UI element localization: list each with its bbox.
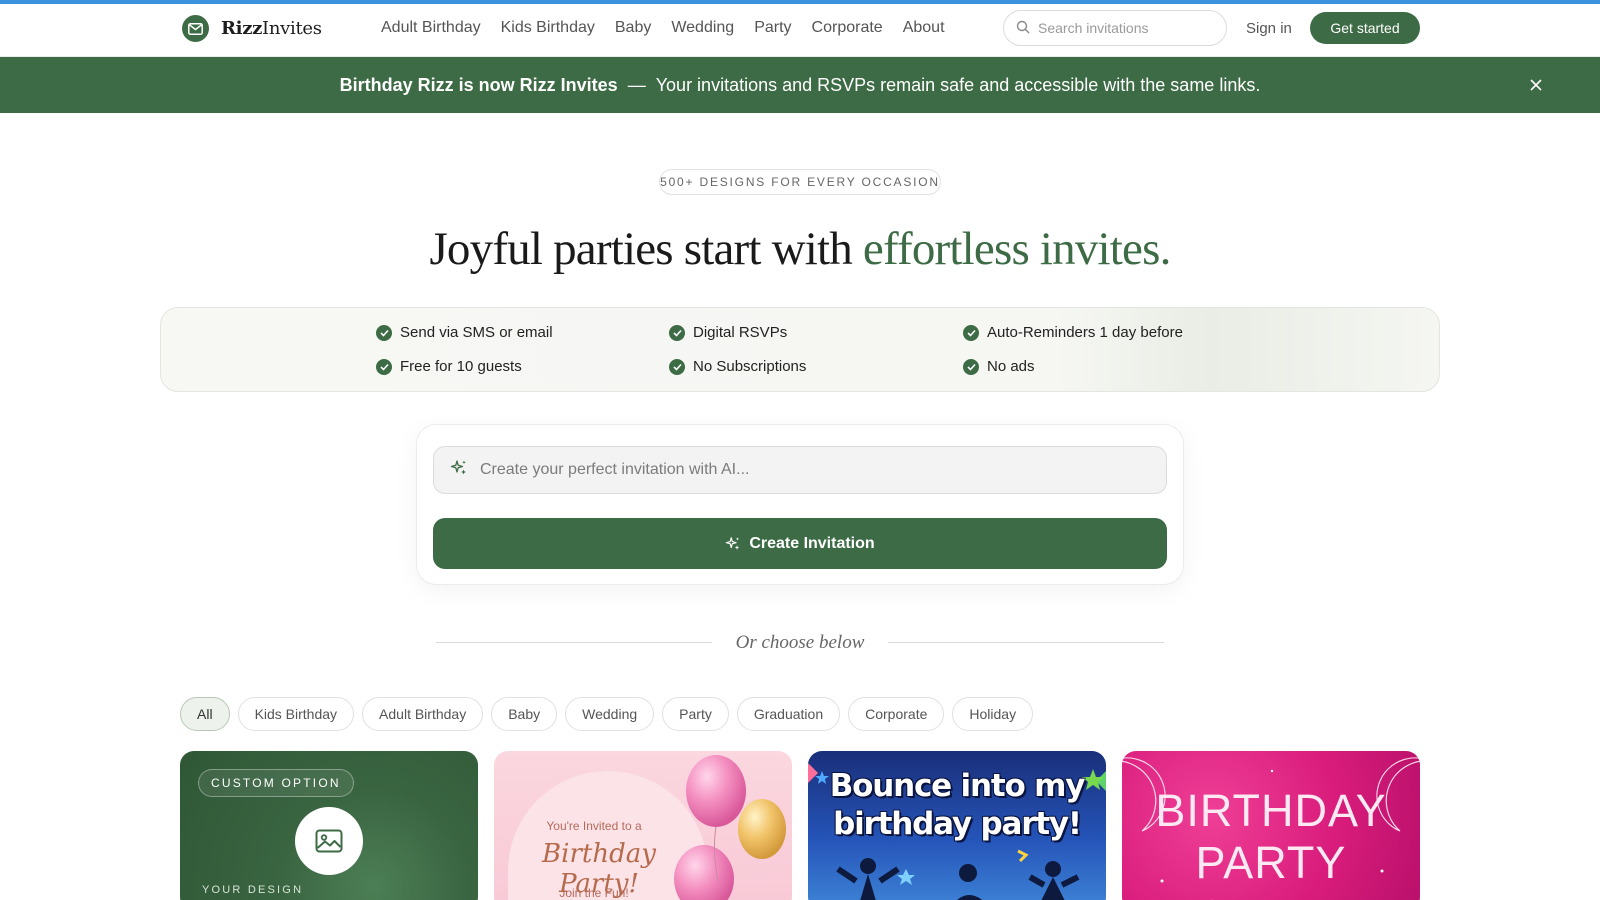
banner-text: Your invitations and RSVPs remain safe a… <box>655 74 1261 95</box>
card-title-line: PARTY <box>1195 837 1347 888</box>
ai-prompt-box <box>433 446 1167 494</box>
check-icon <box>669 358 685 375</box>
feature-item: Auto-Reminders 1 day before <box>963 324 1183 341</box>
feature-label: Send via SMS or email <box>400 324 553 341</box>
check-icon <box>963 358 979 375</box>
template-card-balloon-birthday[interactable]: You're Invited to a Birthday Party! Join… <box>494 751 792 900</box>
nav-wedding[interactable]: Wedding <box>671 19 734 37</box>
template-card-bounce-party[interactable]: Bounce into my birthday party! <box>808 751 1106 900</box>
custom-design-card[interactable]: CUSTOM OPTION YOUR DESIGN <box>180 751 478 900</box>
image-icon <box>295 807 363 875</box>
card-title-line: birthday party! <box>833 806 1082 842</box>
get-started-button[interactable]: Get started <box>1310 12 1420 44</box>
headline-main: Joyful parties start with <box>429 223 863 275</box>
chip-all[interactable]: All <box>180 697 230 731</box>
nav-about[interactable]: About <box>903 19 945 37</box>
envelope-icon <box>182 15 209 42</box>
card-text-line: Join the Fun! <box>559 886 629 900</box>
chip-corporate[interactable]: Corporate <box>848 697 945 731</box>
designs-count-tag: 500+ DESIGNS FOR EVERY OCCASION <box>659 169 941 195</box>
feature-item: No Subscriptions <box>669 358 806 375</box>
chip-party[interactable]: Party <box>662 697 729 731</box>
chip-graduation[interactable]: Graduation <box>736 697 841 731</box>
ai-prompt-input[interactable] <box>480 461 1140 479</box>
chip-adult-birthday[interactable]: Adult Birthday <box>362 697 484 731</box>
feature-item: Digital RSVPs <box>669 324 787 341</box>
feature-item: Send via SMS or email <box>376 324 553 341</box>
nav-party[interactable]: Party <box>754 19 791 37</box>
template-card-glitter-birthday[interactable]: BIRTHDAY PARTY <box>1122 751 1420 900</box>
rebrand-banner: Birthday Rizz is now Rizz Invites — Your… <box>0 57 1600 113</box>
close-icon[interactable] <box>1526 75 1546 95</box>
custom-option-tag: CUSTOM OPTION <box>198 769 354 797</box>
nav-corporate[interactable]: Corporate <box>812 19 883 37</box>
card-title-line: Bounce into my <box>829 768 1086 804</box>
feature-item: No ads <box>963 358 1035 375</box>
create-invitation-button[interactable]: Create Invitation <box>433 518 1167 569</box>
sparkles-icon <box>450 459 468 481</box>
search-icon <box>1016 19 1030 38</box>
chip-holiday[interactable]: Holiday <box>952 697 1034 731</box>
divider-text: Or choose below <box>735 632 865 653</box>
check-icon <box>963 324 979 341</box>
check-icon <box>376 324 392 341</box>
brand-name: RizzInvites <box>221 18 322 39</box>
nav-adult-birthday[interactable]: Adult Birthday <box>381 19 481 37</box>
ai-create-card: Create Invitation <box>416 424 1184 585</box>
search-input[interactable] <box>1038 20 1208 36</box>
chip-baby[interactable]: Baby <box>491 697 558 731</box>
feature-item: Free for 10 guests <box>376 358 522 375</box>
banner-bold-text: Birthday Rizz is now Rizz Invites <box>339 74 618 95</box>
sparkles-icon <box>726 536 740 550</box>
signin-link[interactable]: Sign in <box>1246 20 1292 37</box>
logo[interactable]: RizzInvites <box>182 15 322 42</box>
feature-label: Digital RSVPs <box>693 324 788 341</box>
card-title: Bounce into my birthday party! <box>808 767 1106 843</box>
create-invitation-label: Create Invitation <box>749 534 875 552</box>
feature-label: No ads <box>987 358 1035 375</box>
chip-wedding[interactable]: Wedding <box>565 697 655 731</box>
feature-label: Auto-Reminders 1 day before <box>987 324 1183 341</box>
card-title: BIRTHDAY PARTY <box>1122 785 1420 889</box>
your-design-label: YOUR DESIGN <box>202 884 304 896</box>
feature-label: Free for 10 guests <box>400 358 522 375</box>
features-panel: Send via SMS or email Digital RSVPs Auto… <box>160 307 1440 392</box>
check-icon <box>376 358 392 375</box>
feature-label: No Subscriptions <box>693 358 807 375</box>
headline-accent: effortless invites. <box>862 223 1171 275</box>
check-icon <box>669 324 685 341</box>
hero-headline: Joyful parties start with effortless inv… <box>0 222 1600 276</box>
chip-kids-birthday[interactable]: Kids Birthday <box>237 697 355 731</box>
search-box <box>1003 10 1227 46</box>
site-header: RizzInvites Adult Birthday Kids Birthday… <box>0 4 1600 57</box>
card-text-line: You're Invited to a <box>546 819 642 833</box>
card-title-line: BIRTHDAY <box>1155 785 1387 836</box>
main-nav: Adult Birthday Kids Birthday Baby Weddin… <box>381 19 965 37</box>
banner-separator: — <box>627 74 646 95</box>
category-filter: All Kids Birthday Adult Birthday Baby We… <box>180 697 1041 731</box>
nav-baby[interactable]: Baby <box>615 19 651 37</box>
section-divider: Or choose below <box>436 632 1164 654</box>
nav-kids-birthday[interactable]: Kids Birthday <box>501 19 595 37</box>
